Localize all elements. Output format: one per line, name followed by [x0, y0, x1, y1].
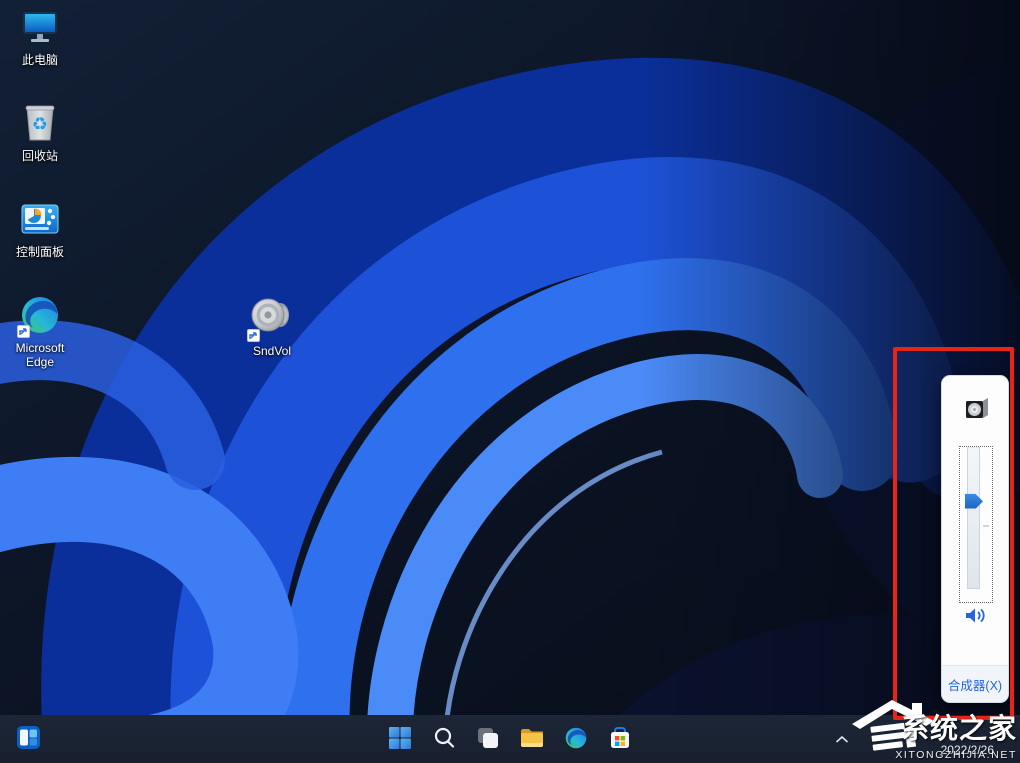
speaker-device-icon — [963, 397, 990, 427]
widgets-button[interactable] — [8, 719, 48, 759]
desktop-icon-label: 此电脑 — [22, 53, 58, 67]
windows-logo-icon — [388, 726, 412, 753]
store-bag-icon — [608, 726, 632, 753]
widgets-icon — [16, 725, 41, 753]
edge-icon — [19, 294, 61, 336]
volume-slider-handle[interactable] — [965, 494, 983, 509]
task-view-icon — [476, 726, 500, 753]
volume-control-popup: 合成器(X) — [941, 375, 1009, 703]
tray-chevron-button[interactable] — [828, 725, 856, 753]
wallpaper-bloom — [0, 0, 1020, 715]
desktop-icon-this-pc[interactable]: 此电脑 — [4, 6, 76, 102]
desktop-icon-grid: 此电脑 ♻ 回收站 — [4, 6, 76, 390]
taskbar-center-icons — [380, 719, 640, 759]
tray-date[interactable]: 2022/2/26 — [941, 743, 994, 757]
file-explorer-button[interactable] — [512, 719, 552, 759]
volume-popup-footer: 合成器(X) — [942, 665, 1008, 702]
shortcut-arrow-icon — [17, 325, 30, 338]
desktop-icon-edge[interactable]: Microsoft Edge — [4, 294, 76, 390]
desktop: 此电脑 ♻ 回收站 — [0, 0, 1020, 763]
taskbar: 2022/2/26 — [0, 715, 1020, 763]
speaker-volume-icon[interactable] — [965, 606, 987, 628]
desktop-icon-recycle-bin[interactable]: ♻ 回收站 — [4, 102, 76, 198]
recycle-bin-icon: ♻ — [19, 102, 61, 144]
store-button[interactable] — [600, 719, 640, 759]
chevron-up-icon — [835, 732, 849, 747]
start-button[interactable] — [380, 719, 420, 759]
desktop-icon-label: 回收站 — [22, 149, 58, 163]
desktop-icon-sndvol[interactable]: SndVol — [240, 294, 304, 358]
edge-icon — [564, 726, 588, 753]
edge-button[interactable] — [556, 719, 596, 759]
desktop-icon-label: SndVol — [253, 344, 291, 358]
desktop-icon-label: 控制面板 — [16, 245, 64, 259]
search-button[interactable] — [424, 719, 464, 759]
folder-icon — [519, 726, 545, 753]
search-icon — [432, 726, 456, 753]
control-panel-icon — [19, 198, 61, 240]
svg-text:♻: ♻ — [32, 114, 48, 135]
volume-slider[interactable] — [959, 446, 993, 603]
shortcut-arrow-icon — [247, 329, 260, 342]
task-view-button[interactable] — [468, 719, 508, 759]
mixer-link[interactable]: 合成器(X) — [948, 675, 1002, 694]
desktop-icon-control-panel[interactable]: 控制面板 — [4, 198, 76, 294]
desktop-icon-label: Microsoft Edge — [5, 341, 75, 369]
this-pc-icon — [19, 6, 61, 48]
speaker-shortcut-icon — [249, 294, 295, 340]
